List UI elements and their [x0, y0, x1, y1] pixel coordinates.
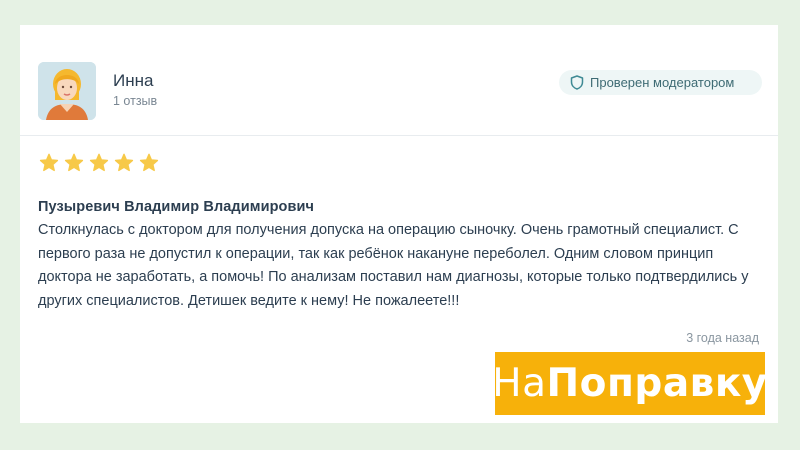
doctor-name-link[interactable]: Пузыревич Владимир Владимирович	[38, 199, 314, 215]
napopravku-logo: На Поправку	[492, 352, 768, 415]
rating-stars	[38, 152, 163, 174]
badge-label: Проверен модератором	[590, 75, 735, 90]
review-header: Инна 1 отзыв Проверен модератором	[20, 25, 778, 136]
moderator-verified-badge: Проверен модератором	[559, 70, 762, 95]
user-review-count: 1 отзыв	[113, 94, 158, 108]
logo-part-1: На	[492, 361, 547, 406]
user-name: Инна	[113, 71, 154, 90]
review-text: Столкнулась с доктором для получения доп…	[38, 222, 749, 309]
shield-icon	[570, 75, 584, 90]
star-icon	[38, 152, 60, 174]
star-icon	[138, 152, 160, 174]
star-icon	[88, 152, 110, 174]
star-icon	[113, 152, 135, 174]
woman-avatar-icon	[38, 62, 96, 120]
review-timestamp: 3 года назад	[686, 331, 759, 345]
logo-part-2: Поправку	[546, 361, 768, 406]
star-icon	[63, 152, 85, 174]
